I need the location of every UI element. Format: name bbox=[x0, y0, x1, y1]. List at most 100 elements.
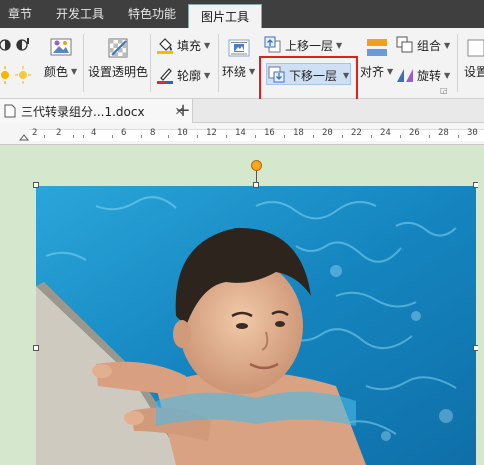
ruler-label: 20 bbox=[322, 128, 333, 138]
brightness-icon[interactable] bbox=[0, 66, 34, 84]
ruler-tick bbox=[400, 135, 401, 138]
fill-button[interactable]: 填充 ▼ bbox=[156, 36, 210, 54]
align-label: 对齐 bbox=[360, 65, 385, 79]
align-icon bbox=[364, 36, 390, 60]
horizontal-ruler: 2 2 4 6 8 10 12 14 16 18 20 22 24 26 28 … bbox=[0, 123, 484, 145]
ruler-label: 24 bbox=[380, 128, 391, 138]
ruler-tick bbox=[342, 135, 343, 138]
settings-button[interactable]: 设置 bbox=[463, 36, 484, 80]
wrap-label: 环绕 bbox=[222, 65, 247, 79]
fill-bucket-icon bbox=[157, 38, 173, 54]
vertical-scrollbar[interactable] bbox=[478, 146, 484, 465]
tab-special-features[interactable]: 特色功能 bbox=[116, 0, 188, 28]
wrap-text-button[interactable]: 环绕 ▼ bbox=[222, 36, 255, 80]
ruler-label: 18 bbox=[293, 128, 304, 138]
rotate-button[interactable]: 旋转 ▼ bbox=[396, 66, 450, 84]
resize-handle-top-left[interactable] bbox=[33, 182, 39, 188]
bring-forward-icon bbox=[264, 36, 281, 53]
align-button[interactable]: 对齐 ▼ bbox=[360, 36, 393, 80]
ruler-label: 2 bbox=[56, 128, 62, 138]
ribbon-divider bbox=[150, 34, 151, 92]
document-tab[interactable]: 三代转录组分...1.docx ✕ bbox=[0, 99, 193, 123]
outline-button[interactable]: 轮廓 ▼ bbox=[156, 66, 210, 84]
fill-label: 填充 bbox=[177, 38, 202, 53]
contrast-icon[interactable] bbox=[0, 36, 30, 54]
pool-boy-photo bbox=[36, 186, 476, 465]
ribbon-divider bbox=[83, 34, 84, 92]
color-label: 颜色 bbox=[44, 65, 69, 79]
picture-color-icon bbox=[48, 36, 74, 60]
ruler-tick bbox=[284, 135, 285, 138]
ruler-label: 16 bbox=[264, 128, 275, 138]
ribbon-divider bbox=[218, 34, 219, 92]
picture-tools-ribbon: 颜色 ▼ 设置透明色 填充 ▼ 轮廓 ▼ 环绕 ▼ 上移一层 ▼ 下移一层 ▼ … bbox=[0, 28, 484, 99]
dialog-launcher-icon[interactable]: ◲ bbox=[440, 86, 448, 95]
resize-handle-top[interactable] bbox=[253, 182, 259, 188]
settings-icon bbox=[463, 36, 484, 60]
ruler-label: 22 bbox=[351, 128, 362, 138]
chevron-down-icon: ▼ bbox=[336, 40, 343, 50]
ruler-tick bbox=[429, 135, 430, 138]
document-tab-bar: 三代转录组分...1.docx ✕ + bbox=[0, 99, 484, 123]
chevron-down-icon: ▼ bbox=[204, 40, 211, 50]
ruler-label: 26 bbox=[409, 128, 420, 138]
ruler-tick bbox=[255, 135, 256, 138]
tab-picture-tools[interactable]: 图片工具 bbox=[188, 4, 263, 28]
bring-forward-button[interactable]: 上移一层 ▼ bbox=[264, 36, 342, 54]
ruler-label: 28 bbox=[438, 128, 449, 138]
group-button[interactable]: 组合 ▼ bbox=[396, 36, 450, 54]
ruler-tick bbox=[112, 135, 113, 138]
chevron-down-icon: ▼ bbox=[387, 67, 394, 76]
ruler-tick bbox=[197, 135, 198, 138]
bring-forward-label: 上移一层 bbox=[285, 38, 334, 53]
menu-tab-bar: 章节 开发工具 特色功能 图片工具 bbox=[0, 0, 484, 28]
ruler-tick bbox=[141, 135, 142, 138]
ruler-label: 30 bbox=[467, 128, 478, 138]
set-transparent-color-button[interactable]: 设置透明色 bbox=[88, 36, 148, 80]
ruler-label: 8 bbox=[150, 128, 156, 138]
ruler-label: 6 bbox=[121, 128, 127, 138]
group-icon bbox=[396, 36, 413, 53]
highlight-box bbox=[259, 56, 358, 101]
ribbon-divider bbox=[457, 34, 458, 92]
transparent-color-icon bbox=[105, 36, 131, 60]
resize-handle-left[interactable] bbox=[33, 345, 39, 351]
document-tab-title: 三代转录组分...1.docx bbox=[21, 104, 145, 119]
ruler-tick bbox=[313, 135, 314, 138]
ruler-tick bbox=[83, 135, 84, 138]
ruler-label: 14 bbox=[235, 128, 246, 138]
wrap-text-icon bbox=[226, 36, 252, 60]
ruler-tick bbox=[73, 135, 74, 138]
rotate-label: 旋转 bbox=[417, 68, 442, 83]
color-button[interactable]: 颜色 ▼ bbox=[44, 36, 77, 80]
document-icon bbox=[4, 104, 16, 118]
set-transparent-label: 设置透明色 bbox=[88, 65, 149, 79]
selected-picture[interactable] bbox=[36, 186, 476, 465]
group-label: 组合 bbox=[417, 38, 442, 53]
settings-label: 设置 bbox=[463, 65, 484, 79]
ruler-tick bbox=[458, 135, 459, 138]
ruler-label: 12 bbox=[206, 128, 217, 138]
ruler-label: 2 bbox=[32, 128, 38, 138]
brightness-buttons[interactable] bbox=[0, 66, 34, 84]
new-tab-button[interactable]: + bbox=[173, 100, 193, 122]
ruler-label: 4 bbox=[91, 128, 97, 138]
outline-pen-icon bbox=[157, 68, 173, 84]
contrast-buttons[interactable] bbox=[0, 36, 30, 54]
chevron-down-icon: ▼ bbox=[204, 70, 211, 80]
chevron-down-icon: ▼ bbox=[444, 40, 451, 50]
chevron-down-icon: ▼ bbox=[249, 67, 256, 76]
ruler-tick bbox=[168, 135, 169, 138]
chevron-down-icon: ▼ bbox=[444, 70, 451, 80]
outline-label: 轮廓 bbox=[177, 68, 202, 83]
ruler-tick bbox=[226, 135, 227, 138]
ruler-tick bbox=[371, 135, 372, 138]
indent-marker-icon[interactable] bbox=[18, 123, 30, 145]
chevron-down-icon: ▼ bbox=[71, 67, 78, 76]
tab-developer-tools[interactable]: 开发工具 bbox=[44, 0, 116, 28]
rotate-icon bbox=[397, 69, 413, 82]
tab-chapter[interactable]: 章节 bbox=[0, 0, 44, 28]
ruler-label: 10 bbox=[177, 128, 188, 138]
ruler-tick bbox=[44, 135, 45, 138]
rotation-handle[interactable] bbox=[251, 160, 262, 171]
